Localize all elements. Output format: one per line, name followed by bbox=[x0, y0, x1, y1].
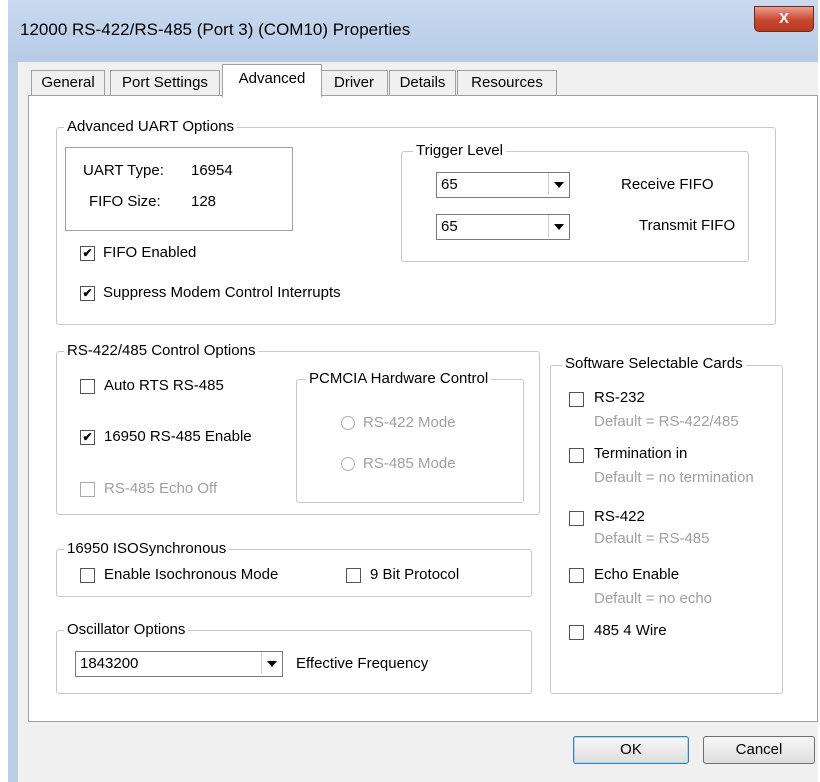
fifo-enabled-checkbox[interactable]: ✔ bbox=[80, 246, 95, 261]
receive-fifo-value: 65 bbox=[441, 176, 458, 193]
tab-details[interactable]: Details bbox=[389, 70, 456, 95]
pcmcia-group bbox=[296, 379, 524, 503]
iso-label: 16950 ISOSynchronous bbox=[64, 540, 230, 557]
transmit-fifo-select[interactable]: 65 bbox=[436, 214, 570, 240]
suppress-interrupts-label: Suppress Modem Control Interrupts bbox=[103, 284, 341, 301]
termination-checkbox[interactable] bbox=[569, 448, 584, 463]
tab-port-settings[interactable]: Port Settings bbox=[110, 70, 220, 95]
four-wire-label: 485 4 Wire bbox=[594, 622, 667, 639]
window-title: 12000 RS-422/RS-485 (Port 3) (COM10) Pro… bbox=[20, 20, 411, 39]
chevron-down-icon[interactable] bbox=[548, 215, 569, 237]
transmit-fifo-value: 65 bbox=[441, 218, 458, 235]
close-button[interactable]: X bbox=[754, 6, 814, 32]
isochronous-label: Enable Isochronous Mode bbox=[104, 566, 279, 583]
fifo-size-label: FIFO Size: bbox=[89, 193, 161, 210]
receive-fifo-select[interactable]: 65 bbox=[436, 172, 570, 198]
rs485-enable-checkbox[interactable]: ✔ bbox=[80, 430, 95, 445]
oscillator-select[interactable]: 1843200 bbox=[75, 651, 283, 677]
software-cards-label: Software Selectable Cards bbox=[562, 355, 746, 372]
rs422-default: Default = RS-485 bbox=[594, 530, 710, 547]
tab-general[interactable]: General bbox=[31, 70, 105, 95]
ok-button[interactable]: OK bbox=[573, 736, 689, 764]
uart-info-box bbox=[65, 147, 293, 231]
cancel-button[interactable]: Cancel bbox=[703, 736, 815, 764]
effective-frequency-label: Effective Frequency bbox=[296, 655, 429, 672]
rs232-checkbox[interactable] bbox=[569, 392, 584, 407]
transmit-fifo-label: Transmit FIFO bbox=[639, 217, 736, 234]
auto-rts-checkbox[interactable] bbox=[80, 379, 95, 394]
uart-options-label: Advanced UART Options bbox=[64, 118, 238, 135]
echo-off-checkbox[interactable] bbox=[80, 482, 95, 497]
chevron-down-icon[interactable] bbox=[548, 173, 569, 195]
fifo-size-value: 128 bbox=[191, 193, 217, 210]
uart-type-value: 16954 bbox=[191, 162, 233, 179]
termination-label: Termination in bbox=[594, 445, 688, 462]
uart-type-label: UART Type: bbox=[83, 162, 164, 179]
nine-bit-label: 9 Bit Protocol bbox=[370, 566, 460, 583]
rs-control-label: RS-422/485 Control Options bbox=[64, 342, 259, 359]
nine-bit-checkbox[interactable] bbox=[346, 568, 361, 583]
tab-resources[interactable]: Resources bbox=[457, 70, 557, 95]
chevron-down-icon[interactable] bbox=[261, 652, 282, 674]
fifo-enabled-label: FIFO Enabled bbox=[103, 244, 197, 261]
termination-default: Default = no termination bbox=[594, 469, 754, 486]
rs485-mode-radio[interactable] bbox=[341, 457, 355, 471]
receive-fifo-label: Receive FIFO bbox=[621, 176, 714, 193]
tab-driver[interactable]: Driver bbox=[320, 70, 388, 95]
echo-enable-checkbox[interactable] bbox=[569, 568, 584, 583]
rs485-mode-label: RS-485 Mode bbox=[363, 455, 456, 472]
four-wire-checkbox[interactable] bbox=[569, 625, 584, 640]
isochronous-checkbox[interactable] bbox=[80, 568, 95, 583]
tab-advanced[interactable]: Advanced bbox=[222, 64, 322, 97]
trigger-level-label: Trigger Level bbox=[413, 142, 506, 159]
echo-off-label: RS-485 Echo Off bbox=[104, 480, 218, 497]
oscillator-value: 1843200 bbox=[80, 655, 139, 672]
rs422-mode-label: RS-422 Mode bbox=[363, 414, 456, 431]
rs232-label: RS-232 bbox=[594, 389, 645, 406]
suppress-interrupts-checkbox[interactable]: ✔ bbox=[80, 286, 95, 301]
oscillator-label: Oscillator Options bbox=[64, 621, 189, 638]
trigger-level-group bbox=[401, 151, 749, 262]
pcmcia-label: PCMCIA Hardware Control bbox=[306, 370, 492, 387]
rs422-checkbox[interactable] bbox=[569, 511, 584, 526]
echo-enable-default: Default = no echo bbox=[594, 590, 713, 607]
rs422-mode-radio[interactable] bbox=[341, 416, 355, 430]
echo-enable-label: Echo Enable bbox=[594, 566, 680, 583]
auto-rts-label: Auto RTS RS-485 bbox=[104, 377, 224, 394]
rs485-enable-label: 16950 RS-485 Enable bbox=[104, 428, 252, 445]
rs232-default: Default = RS-422/485 bbox=[594, 413, 739, 430]
rs422-label: RS-422 bbox=[594, 508, 645, 525]
